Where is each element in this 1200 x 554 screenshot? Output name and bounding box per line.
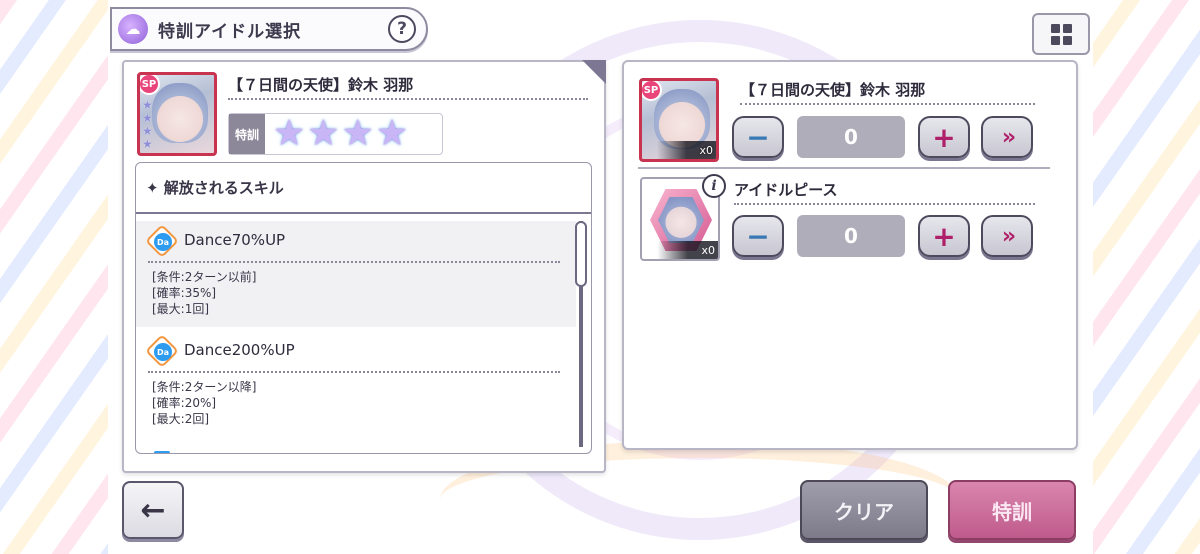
idol-quantity: 0: [797, 116, 905, 158]
next-skill-icon-peek: [154, 451, 170, 453]
clear-button[interactable]: クリア: [800, 480, 928, 540]
material-idol-card[interactable]: SP x0: [639, 78, 719, 162]
train-button[interactable]: 特訓: [948, 480, 1076, 540]
skill-item: Da Dance200%UP [条件:2ターン以降] [確率:20%] [最大:…: [136, 331, 576, 437]
idol-piece-name: アイドルピース: [734, 181, 838, 199]
sp-badge: SP: [642, 81, 662, 101]
dotted-divider: [148, 371, 560, 373]
skill-probability: [確率:35%]: [152, 286, 217, 300]
panel-corner-fold: [582, 60, 606, 84]
skill-conditions: [条件:2ターン以降] [確率:20%] [最大:2回]: [152, 379, 256, 427]
training-label: 特訓: [229, 114, 265, 154]
card-rank-stars: ★ ★ ★ ★: [142, 99, 153, 151]
decrease-idol-button[interactable]: −: [732, 116, 784, 158]
dotted-divider: [734, 203, 1035, 205]
owned-count: x0: [701, 244, 715, 257]
grid-icon: [1062, 23, 1072, 33]
dance-skill-icon-label: Da: [154, 233, 172, 251]
dotted-divider: [148, 261, 560, 263]
skill-max: [最大:2回]: [152, 412, 210, 426]
item-divider: [638, 167, 1050, 169]
star-icon: ★: [142, 137, 153, 151]
max-piece-button[interactable]: »: [981, 215, 1033, 257]
decrease-piece-button[interactable]: −: [732, 215, 784, 257]
training-star-icon: ★: [375, 113, 409, 154]
skill-item: Da Dance70%UP [条件:2ターン以前] [確率:35%] [最大:1…: [136, 221, 576, 327]
skill-condition: [条件:2ターン以降]: [152, 380, 257, 394]
dance-skill-icon-label: Da: [154, 343, 172, 361]
training-star-icon: ★: [341, 113, 374, 154]
idol-name: 【７日間の天使】鈴木 羽那: [228, 76, 414, 94]
owned-count: x0: [699, 144, 713, 157]
idol-portrait: [152, 83, 208, 143]
dotted-divider: [228, 98, 588, 100]
idol-portrait: [654, 89, 710, 149]
training-stars: ★ ★ ★ ★: [273, 116, 410, 152]
training-star-icon: ★: [273, 113, 306, 154]
max-idol-button[interactable]: »: [981, 116, 1033, 158]
sp-badge: SP: [140, 75, 160, 95]
skill-conditions: [条件:2ターン以前] [確率:35%] [最大:1回]: [152, 269, 256, 317]
skill-max: [最大:1回]: [152, 302, 210, 316]
grid-icon: [1050, 23, 1060, 33]
skill-condition: [条件:2ターン以前]: [152, 270, 257, 284]
grid-icon: [1050, 35, 1060, 45]
skills-header: ✦ 解放されるスキル: [146, 179, 284, 197]
help-button[interactable]: ?: [388, 15, 416, 43]
info-icon[interactable]: i: [702, 174, 726, 198]
skill-probability: [確率:20%]: [152, 396, 217, 410]
scrollbar-thumb[interactable]: [575, 221, 587, 287]
grid-menu-button[interactable]: [1032, 13, 1090, 55]
page-title: 特訓アイドル選択: [158, 21, 302, 42]
idol-select-icon: ☁: [118, 14, 148, 44]
title-tab: ☁ 特訓アイドル選択 ?: [110, 7, 428, 51]
dotted-divider: [740, 103, 1035, 105]
back-button[interactable]: ←: [122, 481, 184, 539]
increase-idol-button[interactable]: +: [918, 116, 970, 158]
training-star-icon: ★: [307, 113, 340, 154]
skill-list[interactable]: ✦ 解放されるスキル Da Dance70%UP [条件:2ターン以前] [確率…: [135, 162, 592, 454]
skill-name: Dance200%UP: [184, 341, 295, 359]
material-idol-name: 【７日間の天使】鈴木 羽那: [740, 81, 926, 99]
grid-icon: [1062, 35, 1072, 45]
increase-piece-button[interactable]: +: [918, 215, 970, 257]
piece-quantity: 0: [797, 215, 905, 257]
skills-header-divider: [136, 212, 591, 214]
training-level-row: 特訓 ★ ★ ★ ★: [228, 113, 443, 155]
skill-name: Dance70%UP: [184, 231, 286, 249]
idol-card-thumbnail[interactable]: SP ★ ★ ★ ★: [137, 72, 217, 156]
